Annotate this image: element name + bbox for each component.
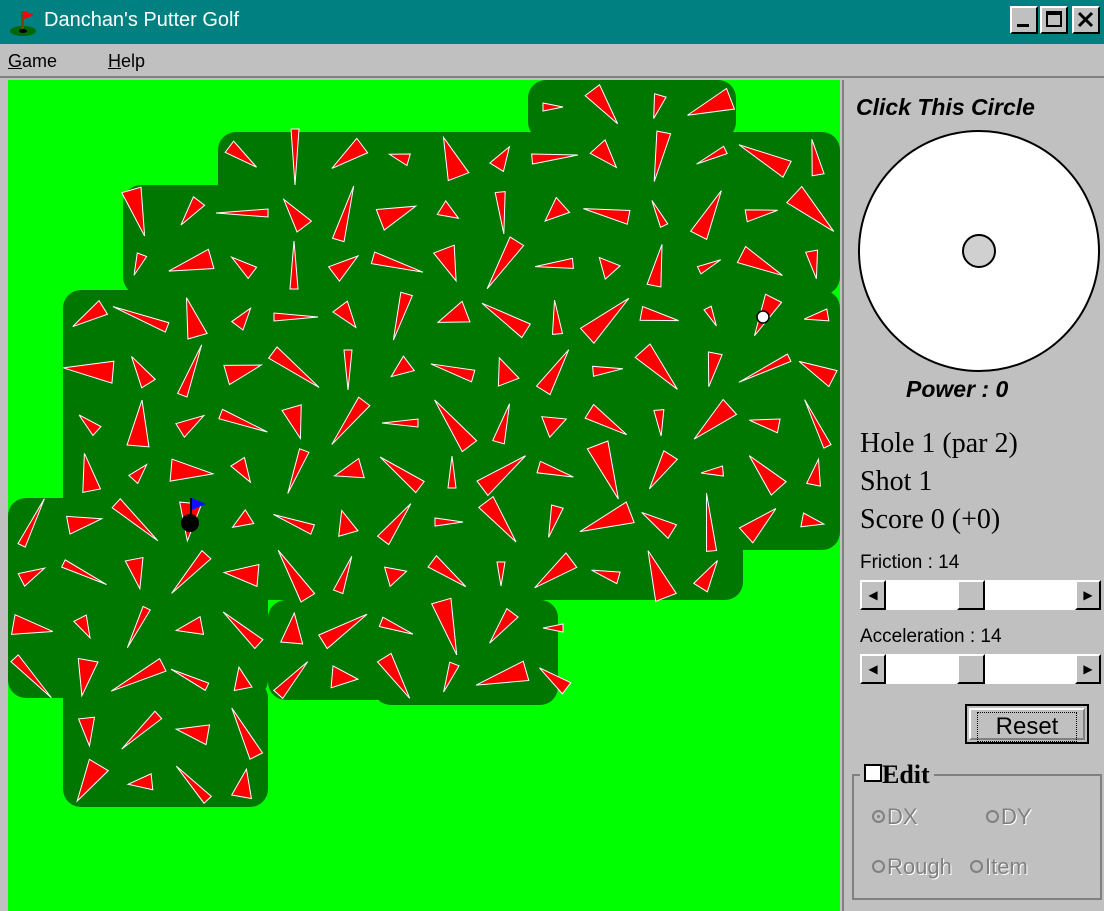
- reset-button[interactable]: Reset: [965, 704, 1089, 744]
- edit-checkbox[interactable]: [864, 764, 882, 782]
- acceleration-slider[interactable]: ◀ ▶: [860, 654, 1101, 684]
- radio-dx[interactable]: DX: [872, 804, 918, 830]
- friction-right-button[interactable]: ▶: [1075, 580, 1101, 610]
- minimize-icon: [1017, 24, 1029, 27]
- maximize-button[interactable]: [1040, 6, 1068, 34]
- hole-info: Hole 1 (par 2): [860, 428, 1018, 459]
- menu-game[interactable]: Game: [8, 51, 57, 72]
- golf-flag-icon: [10, 11, 36, 36]
- close-icon: [1077, 11, 1094, 28]
- maximize-icon: [1046, 11, 1062, 27]
- title-bar: Danchan's Putter Golf: [0, 0, 1104, 44]
- edit-legend: Edit: [860, 760, 934, 790]
- acceleration-label: Acceleration : 14: [860, 626, 1002, 647]
- power-circle[interactable]: [858, 130, 1100, 372]
- power-label: Power : 0: [906, 376, 1009, 402]
- friction-thumb[interactable]: [957, 580, 985, 610]
- radio-dy-dot: [986, 809, 999, 823]
- click-instruction: Click This Circle: [856, 94, 1035, 120]
- radio-item-dot: [970, 859, 983, 873]
- golf-course[interactable]: [8, 80, 840, 911]
- window-title: Danchan's Putter Golf: [44, 9, 240, 31]
- minimize-button[interactable]: [1010, 6, 1038, 34]
- power-center-circle[interactable]: [962, 234, 996, 268]
- friction-label: Friction : 14: [860, 552, 960, 573]
- friction-left-button[interactable]: ◀: [860, 580, 886, 610]
- arrow-right-icon: ▶: [1083, 662, 1093, 676]
- radio-rough-dot: [872, 859, 885, 873]
- menu-bar: Game Help: [0, 44, 1104, 78]
- acceleration-thumb[interactable]: [957, 654, 985, 684]
- arrow-left-icon: ◀: [868, 662, 878, 676]
- edit-label: Edit: [882, 760, 930, 789]
- golf-course-area[interactable]: [8, 80, 840, 911]
- arrow-left-icon: ◀: [868, 588, 878, 602]
- control-panel: Click This Circle Power : 0 Hole 1 (par …: [842, 80, 1104, 911]
- close-button[interactable]: [1072, 6, 1100, 34]
- radio-item[interactable]: Item: [970, 854, 1028, 880]
- acceleration-right-button[interactable]: ▶: [1075, 654, 1101, 684]
- shot-info: Shot 1: [860, 466, 933, 497]
- reset-label: Reset: [977, 712, 1077, 742]
- menu-help[interactable]: Help: [108, 51, 145, 72]
- golf-ball: [756, 310, 770, 324]
- friction-slider[interactable]: ◀ ▶: [860, 580, 1101, 610]
- edit-groupbox: [852, 774, 1102, 900]
- radio-dx-dot: [872, 809, 885, 823]
- arrow-right-icon: ▶: [1083, 588, 1093, 602]
- radio-dy[interactable]: DY: [986, 804, 1032, 830]
- radio-rough[interactable]: Rough: [872, 854, 952, 880]
- acceleration-left-button[interactable]: ◀: [860, 654, 886, 684]
- score-info: Score 0 (+0): [860, 504, 1001, 535]
